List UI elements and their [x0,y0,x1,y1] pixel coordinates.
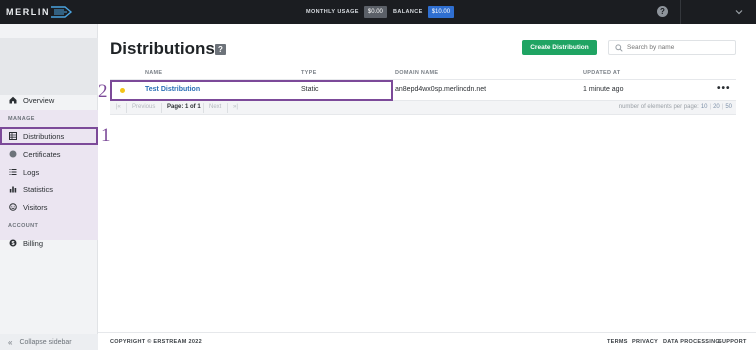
column-header-domain[interactable]: DOMAIN NAME [395,70,438,76]
pager-divider [227,103,228,113]
sidebar-item-billing[interactable]: $ Billing [0,234,98,252]
manage-section-label: MANAGE [8,116,35,122]
previous-page-button[interactable]: Previous [132,104,155,110]
next-page-button[interactable]: Next [209,104,221,110]
topbar-divider [680,0,681,24]
copyright: COPYRIGHT © ERSTREAM 2022 [110,339,202,345]
monthly-usage-value: $0.00 [363,6,387,18]
highlight-distribution-row [110,80,393,101]
pager-divider [203,103,204,113]
sidebar-item-label: Billing [23,238,44,248]
page-indicator: Page: 1 of 1 [167,104,201,110]
sidebar-item-label: Logs [23,167,40,177]
logo-text: MERLIN [6,7,51,17]
annotation-marker-1: 1 [101,125,111,146]
logo[interactable]: MERLIN [6,5,73,19]
help-icon[interactable]: ? [215,44,226,55]
sidebar-item-label: Statistics [23,184,54,194]
sidebar-item-visitors[interactable]: Visitors [0,198,98,216]
balance-value[interactable]: $10.00 [427,6,455,18]
per-page-option-20[interactable]: 20 [713,104,720,110]
monthly-usage: MONTHLY USAGE $0.00 [306,5,387,19]
sidebar-item-label: Overview [23,95,55,105]
pager-divider [126,103,127,113]
more-options-icon[interactable]: ••• [717,83,731,94]
footer-link-privacy[interactable]: PRIVACY [632,339,658,345]
account-section-label: ACCOUNT [8,223,39,229]
sidebar-item-statistics[interactable]: Statistics [0,180,98,198]
chevron-down-icon[interactable] [735,8,743,16]
footer: COPYRIGHT © ERSTREAM 2022 TERMS PRIVACY … [98,332,756,350]
top-bar: MERLIN MONTHLY USAGE $0.00 BALANCE $10.0… [0,0,756,24]
search-box [608,40,736,55]
sidebar-item-label: Visitors [23,202,48,212]
balance-label: BALANCE [393,9,423,15]
distribution-updated: 1 minute ago [583,86,624,93]
logo-mark-icon [51,6,73,18]
footer-link-terms[interactable]: TERMS [607,339,628,345]
balance: BALANCE $10.00 [393,5,455,19]
shield-icon [9,150,17,158]
pagination-bar: |« Previous Page: 1 of 1 Next »| number … [110,101,736,115]
footer-link-data-processing[interactable]: DATA PROCESSING [663,339,720,345]
highlight-distributions [0,127,98,145]
search-input[interactable] [627,44,727,51]
bar-chart-icon [9,186,17,193]
sidebar-banner [0,38,98,95]
column-header-name[interactable]: NAME [145,70,162,76]
page-title: Distributions [110,39,215,58]
first-page-icon[interactable]: |« [116,104,121,110]
per-page-separator: | [709,104,712,110]
per-page-option-50[interactable]: 50 [725,104,732,110]
footer-link-support[interactable]: SUPPORT [718,339,747,345]
list-icon [9,169,17,175]
annotation-marker-2: 2 [98,81,108,102]
double-chevron-left-icon: « [8,337,13,347]
sidebar-item-overview[interactable]: Overview [0,91,98,109]
svg-text:$: $ [11,241,14,247]
sidebar-item-label: Certificates [23,149,61,159]
pager-divider [161,103,162,113]
monthly-usage-label: MONTHLY USAGE [306,9,359,15]
per-page-option-10[interactable]: 10 [701,104,708,110]
search-icon [615,43,623,52]
elements-per-page: number of elements per page: 10 | 20 | 5… [619,104,732,110]
collapse-sidebar-label: Collapse sidebar [19,338,72,346]
last-page-icon[interactable]: »| [233,104,238,110]
dollar-circle-icon: $ [9,239,17,247]
per-page-label: number of elements per page: [618,104,699,110]
create-distribution-button[interactable]: Create Distribution [522,40,597,55]
per-page-separator: | [721,104,724,110]
home-icon [9,96,17,104]
distribution-domain: an8epd4wx0sp.merlincdn.net [395,86,487,93]
table-header: NAME TYPE DOMAIN NAME UPDATED AT [110,67,736,80]
column-header-updated[interactable]: UPDATED AT [583,70,620,76]
sidebar-item-certificates[interactable]: Certificates [0,145,98,163]
question-circle-icon[interactable]: ? [657,6,668,17]
column-header-type[interactable]: TYPE [301,70,317,76]
sidebar-item-logs[interactable]: Logs [0,163,98,181]
smile-icon [9,203,17,211]
collapse-sidebar-button[interactable]: « Collapse sidebar [0,334,98,350]
